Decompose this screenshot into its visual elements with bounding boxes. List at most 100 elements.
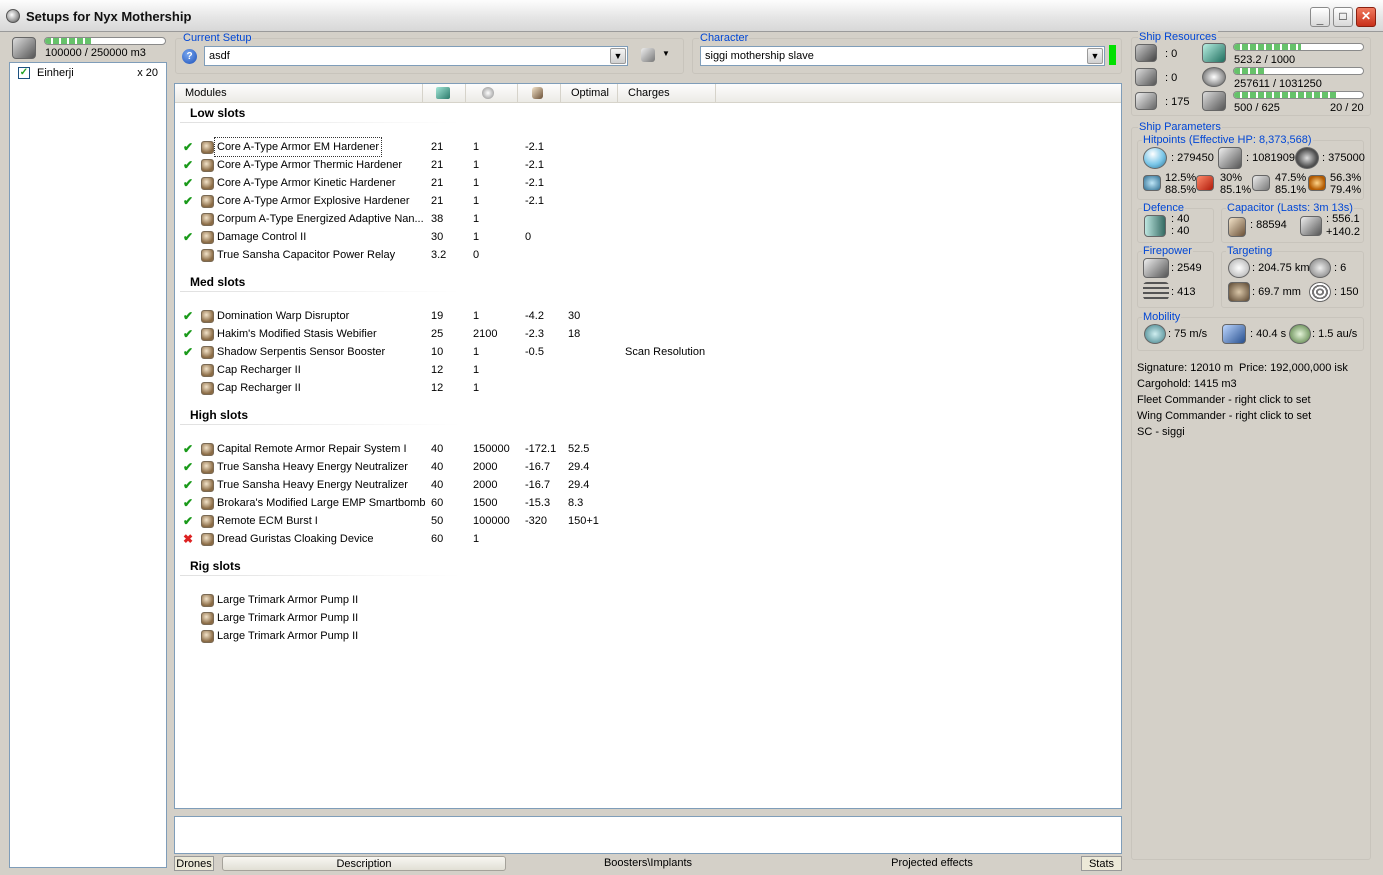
- wing-commander-text[interactable]: Wing Commander - right click to set: [1137, 410, 1311, 422]
- module-online-icon[interactable]: ✔: [183, 512, 193, 530]
- cpu-value: 523.2 / 1000: [1234, 54, 1296, 66]
- drone-checkbox[interactable]: ✓: [18, 67, 30, 79]
- module-row[interactable]: Large Trimark Armor Pump II: [175, 627, 1115, 645]
- module-row[interactable]: ✔ Capital Remote Armor Repair System I 40 1…: [175, 440, 1115, 458]
- module-row[interactable]: ✖ Dread Guristas Cloaking Device 60 1: [175, 530, 1115, 548]
- tab-description[interactable]: Description: [222, 856, 506, 871]
- capacitor-value: 0: [525, 231, 532, 243]
- module-row[interactable]: ✔ Domination Warp Disruptor 19 1 -4.2 30: [175, 307, 1115, 325]
- module-row[interactable]: Corpum A-Type Energized Adaptive Nan... 3…: [175, 210, 1115, 228]
- squad-commander-text[interactable]: SC - siggi: [1137, 426, 1185, 438]
- module-online-icon[interactable]: ✔: [183, 156, 193, 174]
- character-select[interactable]: siggi mothership slave ▼: [700, 46, 1105, 66]
- module-row[interactable]: ✔ Damage Control II 30 1 0: [175, 228, 1115, 246]
- module-row[interactable]: ✔ Remote ECM Burst I 50 100000 -320 150+1: [175, 512, 1115, 530]
- powergrid-value: 1: [473, 195, 480, 207]
- module-name: Core A-Type Armor EM Hardener: [213, 137, 383, 157]
- section-title: Rig slots: [190, 559, 241, 573]
- module-online-icon[interactable]: ✔: [183, 307, 193, 325]
- module-row[interactable]: Large Trimark Armor Pump II: [175, 609, 1115, 627]
- module-row[interactable]: ✔ Hakim's Modified Stasis Webifier 25 2100 -…: [175, 325, 1115, 343]
- module-online-icon[interactable]: ✔: [183, 192, 193, 210]
- help-icon[interactable]: ?: [182, 49, 197, 64]
- section-title: High slots: [190, 408, 249, 422]
- description-box[interactable]: [174, 816, 1122, 854]
- module-row[interactable]: Cap Recharger II 12 1: [175, 379, 1115, 397]
- capacitor-icon: [1228, 217, 1246, 237]
- module-online-icon[interactable]: ✔: [183, 228, 193, 246]
- module-online-icon[interactable]: ✔: [183, 325, 193, 343]
- align-time-icon: [1222, 324, 1246, 344]
- module-row[interactable]: ✔ True Sansha Heavy Energy Neutralizer 40 2…: [175, 458, 1115, 476]
- column-header-modules[interactable]: Modules: [181, 84, 423, 103]
- module-row[interactable]: ✔ True Sansha Heavy Energy Neutralizer 40 2…: [175, 476, 1115, 494]
- drone-list[interactable]: ✓ Einherji x 20: [9, 62, 167, 868]
- fleet-commander-text[interactable]: Fleet Commander - right click to set: [1137, 394, 1311, 406]
- wrench-icon: [641, 48, 655, 62]
- setup-select[interactable]: asdf ▼: [204, 46, 628, 66]
- section-divider: [180, 424, 460, 425]
- module-row[interactable]: ✔ Core A-Type Armor Kinetic Hardener 21 1 -2…: [175, 174, 1115, 192]
- capacitor-value: -2.1: [525, 159, 544, 171]
- optimal-value: 18: [568, 328, 581, 340]
- launcher-hardpoints-value: : 0: [1165, 72, 1178, 84]
- close-button[interactable]: ✕: [1356, 7, 1376, 27]
- cpu-value: 12: [431, 382, 444, 394]
- module-row[interactable]: ✔ Shadow Serpentis Sensor Booster 10 1 -0.5 S…: [175, 343, 1115, 361]
- cpu-value: 40: [431, 443, 444, 455]
- defence-icon: [1144, 215, 1166, 237]
- warp-speed-value: : 1.5 au/s: [1312, 328, 1358, 340]
- module-error-icon[interactable]: ✖: [183, 530, 193, 548]
- column-header-cpu[interactable]: [423, 84, 466, 103]
- volley-icon: [1143, 282, 1169, 300]
- tab-stats[interactable]: Stats: [1081, 856, 1122, 871]
- armor-hp-value: : 1081909: [1246, 152, 1295, 164]
- module-name: Brokara's Modified Large EMP Smartbomb: [217, 497, 426, 509]
- character-label: Character: [699, 32, 750, 44]
- close-icon: ✕: [1360, 9, 1372, 23]
- tab-drones[interactable]: Drones: [174, 856, 214, 871]
- module-icon: [201, 479, 214, 492]
- chevron-down-icon[interactable]: ▼: [1087, 48, 1103, 64]
- column-header-capacitor[interactable]: [518, 84, 561, 103]
- capacitor-value-a: : 556.1: [1326, 213, 1360, 225]
- tab-boosters-implants[interactable]: Boosters\Implants: [548, 856, 748, 871]
- module-row[interactable]: ✔ Core A-Type Armor Explosive Hardener 21 1…: [175, 192, 1115, 210]
- scan-resolution-value: : 150: [1334, 286, 1359, 298]
- cpu-value: 38: [431, 213, 444, 225]
- tab-projected-effects[interactable]: Projected effects: [832, 856, 1032, 871]
- module-online-icon[interactable]: ✔: [183, 343, 193, 361]
- maximize-button[interactable]: □: [1333, 7, 1353, 27]
- column-header-powergrid[interactable]: [466, 84, 518, 103]
- module-row[interactable]: ✔ Core A-Type Armor EM Hardener 21 1 -2.1: [175, 137, 1115, 157]
- modules-list[interactable]: Modules Optimal Charges Low slots ✔ Core A…: [174, 83, 1122, 809]
- module-name: Large Trimark Armor Pump II: [217, 594, 359, 606]
- armor-icon: [1218, 147, 1242, 169]
- column-header-optimal[interactable]: Optimal: [561, 84, 618, 103]
- title-bar: Setups for Nyx Mothership _ □ ✕: [0, 0, 1383, 32]
- module-row[interactable]: Large Trimark Armor Pump II: [175, 591, 1115, 609]
- module-online-icon[interactable]: ✔: [183, 494, 193, 512]
- chevron-down-icon[interactable]: ▼: [610, 48, 626, 64]
- module-online-icon[interactable]: ✔: [183, 458, 193, 476]
- list-item[interactable]: ✓ Einherji x 20: [16, 66, 164, 82]
- em-resist-armor: 88.5%: [1165, 184, 1197, 196]
- module-name: Remote ECM Burst I: [217, 515, 318, 527]
- column-header-charges[interactable]: Charges: [618, 84, 716, 103]
- module-icon: [201, 249, 214, 262]
- module-online-icon[interactable]: ✔: [183, 476, 193, 494]
- powergrid-value: 2100: [473, 328, 498, 340]
- powergrid-value: 1: [473, 159, 480, 171]
- module-online-icon[interactable]: ✔: [183, 138, 193, 156]
- module-row[interactable]: Cap Recharger II 12 1: [175, 361, 1115, 379]
- module-row[interactable]: True Sansha Capacitor Power Relay 3.2 0: [175, 246, 1115, 264]
- module-name: Shadow Serpentis Sensor Booster: [217, 346, 386, 358]
- minimize-button[interactable]: _: [1310, 7, 1330, 27]
- module-online-icon[interactable]: ✔: [183, 440, 193, 458]
- speed-icon: [1144, 324, 1166, 344]
- module-row[interactable]: ✔ Brokara's Modified Large EMP Smartbomb 6…: [175, 494, 1115, 512]
- module-online-icon[interactable]: ✔: [183, 174, 193, 192]
- structure-icon: [1295, 147, 1319, 169]
- module-row[interactable]: ✔ Core A-Type Armor Thermic Hardener 21 1 -2…: [175, 156, 1115, 174]
- setup-tools-button[interactable]: ▼: [638, 46, 674, 66]
